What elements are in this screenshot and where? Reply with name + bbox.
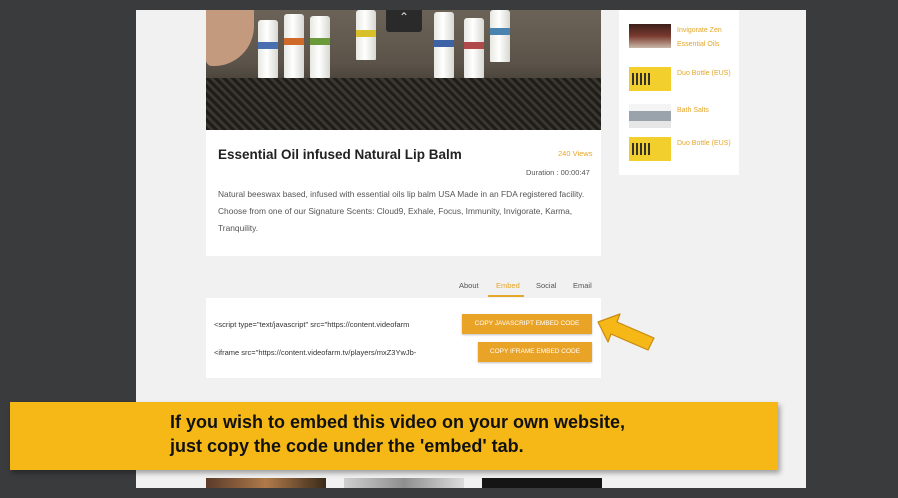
related-video-thumbnail [629, 104, 671, 128]
embed-panel: <script type="text/javascript" src="http… [206, 298, 601, 378]
related-videos: Invigorate Zen Essential Oils Duo Bottle… [619, 10, 739, 175]
tab-about[interactable]: About [459, 281, 479, 290]
video-description: Natural beeswax based, infused with esse… [218, 189, 585, 233]
related-video-title: Bath Salts [677, 107, 709, 114]
lip-balm-tube-image [310, 16, 330, 78]
related-video-thumbnail [629, 24, 671, 48]
video-card: ⌃ Essential Oil infused Natural Lip Balm… [206, 10, 601, 256]
related-video-title: Duo Bottle (EUS) [677, 70, 731, 77]
copy-iframe-embed-button[interactable]: COPY IFRAME EMBED CODE [478, 342, 592, 362]
lip-balm-tube-image [490, 10, 510, 62]
related-video-thumbnail [629, 67, 671, 91]
duration-value: 00:00:47 [560, 168, 590, 177]
copy-javascript-embed-button[interactable]: COPY JAVASCRIPT EMBED CODE [462, 314, 592, 334]
duration-label: Duration [526, 168, 555, 177]
video-thumbnail[interactable] [206, 478, 326, 488]
lip-balm-tube-image [356, 10, 376, 60]
lip-balm-tube-image [434, 12, 454, 78]
tab-email[interactable]: Email [573, 281, 592, 290]
instruction-line-1: If you wish to embed this video on your … [170, 412, 626, 432]
video-duration: Duration : 00:00:47 [526, 168, 590, 177]
video-title: Essential Oil infused Natural Lip Balm [218, 147, 462, 162]
iframe-embed-code[interactable]: <iframe src="https://content.videofarm.t… [214, 348, 416, 357]
view-count: 240 Views [558, 149, 593, 158]
tab-embed[interactable]: Embed [496, 281, 520, 290]
lip-balm-tube-image [258, 20, 278, 78]
script-embed-code[interactable]: <script type="text/javascript" src="http… [214, 320, 409, 329]
lip-balm-tube-image [464, 18, 484, 78]
player-control-tab[interactable]: ⌃ [386, 10, 422, 32]
instruction-line-2: just copy the code under the 'embed' tab… [170, 436, 524, 456]
video-thumbnail[interactable] [344, 478, 464, 488]
instruction-banner: If you wish to embed this video on your … [10, 402, 778, 470]
pointer-arrow-icon [597, 313, 655, 351]
related-video-title: Invigorate Zen Essential Oils [677, 27, 722, 48]
video-player[interactable]: ⌃ [206, 10, 601, 130]
hand-image [206, 10, 254, 66]
video-thumbnail[interactable] [482, 478, 602, 488]
tab-social[interactable]: Social [536, 281, 556, 290]
lip-balm-tube-image [284, 14, 304, 78]
mat-image [206, 78, 601, 130]
related-video-thumbnail [629, 137, 671, 161]
chevron-up-icon: ⌃ [398, 10, 410, 24]
active-tab-indicator [488, 295, 524, 297]
share-tabs: About Embed Social Email [206, 275, 601, 299]
related-video-title: Duo Bottle (EUS) [677, 140, 731, 147]
